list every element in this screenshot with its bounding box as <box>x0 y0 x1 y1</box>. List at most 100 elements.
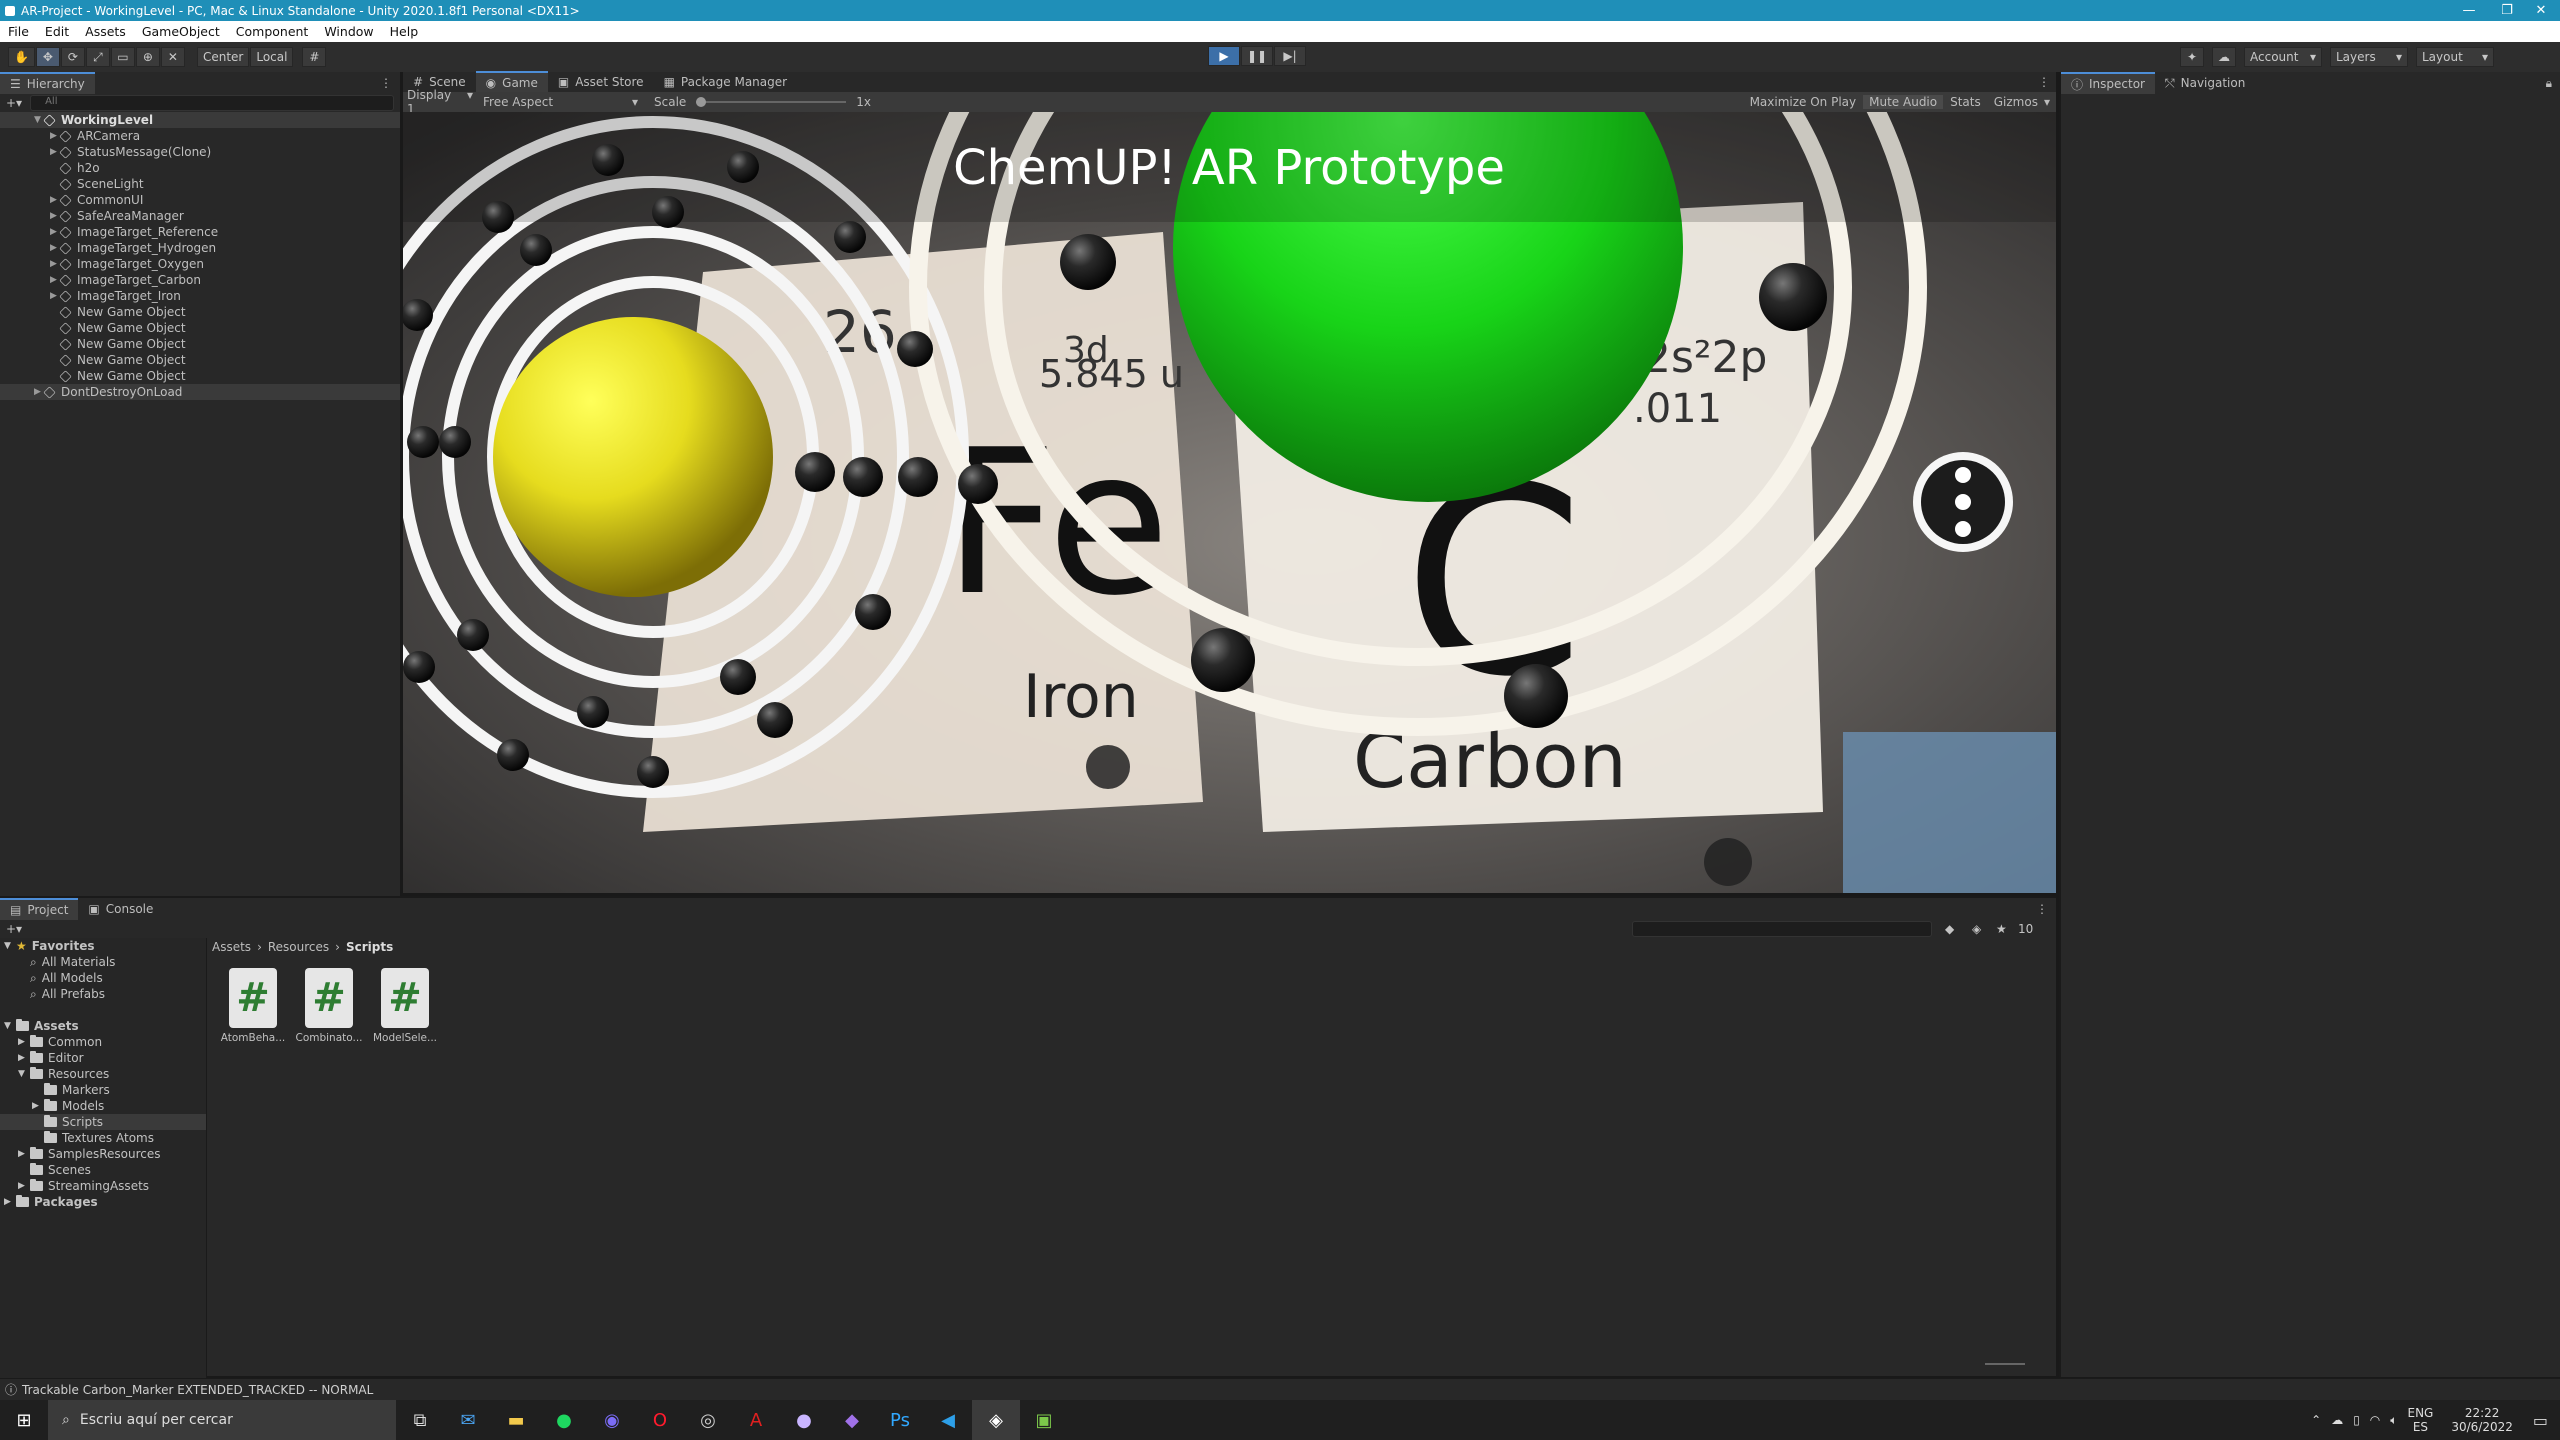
vscode-icon[interactable]: ◀ <box>924 1400 972 1440</box>
menu-help[interactable]: Help <box>382 24 427 39</box>
grid-snap-icon[interactable]: # <box>302 47 327 67</box>
mail-icon[interactable]: ✉ <box>444 1400 492 1440</box>
hidden-packages-count[interactable]: 10 <box>2018 922 2033 936</box>
chevron-up-icon[interactable]: ⌃ <box>2311 1413 2321 1427</box>
gizmos-dropdown[interactable]: Gizmos ▾ <box>1988 95 2056 109</box>
step-button[interactable]: ▶| <box>1274 46 1306 66</box>
tab-console[interactable]: ▣ Console <box>78 898 163 920</box>
github-icon[interactable]: ● <box>780 1400 828 1440</box>
account-dropdown[interactable]: Account ▾ <box>2244 47 2322 67</box>
notification-icon[interactable]: ▭ <box>2533 1411 2548 1430</box>
fav-item[interactable]: ⌕ All Materials <box>0 954 206 970</box>
fav-item[interactable]: ⌕ All Prefabs <box>0 986 206 1002</box>
pivot-local-button[interactable]: Local <box>250 47 294 67</box>
options-button[interactable] <box>1913 452 2013 552</box>
menu-assets[interactable]: Assets <box>77 24 134 39</box>
stats-toggle[interactable]: Stats <box>1944 95 1987 109</box>
hierarchy-item[interactable]: ▶ ARCamera <box>0 128 400 144</box>
status-bar[interactable]: ⓘ Trackable Carbon_Marker EXTENDED_TRACK… <box>0 1378 2560 1400</box>
folder-row[interactable]: ▶ SamplesResources <box>0 1146 206 1162</box>
hierarchy-item[interactable]: ▶ ImageTarget_Oxygen <box>0 256 400 272</box>
folder-row[interactable]: Textures Atoms <box>0 1130 206 1146</box>
script-asset[interactable]: # AtomBeha... <box>218 968 288 1044</box>
script-asset[interactable]: # ModelSele... <box>370 968 440 1044</box>
hierarchy-item[interactable]: ▶ ImageTarget_Carbon <box>0 272 400 288</box>
tab-asset-store[interactable]: ▣ Asset Store <box>548 71 654 93</box>
close-button[interactable]: ✕ <box>2522 0 2560 21</box>
favorites-row[interactable]: ▼ ★ Favorites <box>0 938 206 954</box>
add-icon[interactable]: +▾ <box>6 922 22 936</box>
menu-file[interactable]: File <box>0 24 37 39</box>
hierarchy-item[interactable]: ▶ StatusMessage(Clone) <box>0 144 400 160</box>
fav-item[interactable]: ⌕ All Models <box>0 970 206 986</box>
tab-inspector[interactable]: ⓘ Inspector <box>2061 72 2155 94</box>
menu-component[interactable]: Component <box>228 24 317 39</box>
menu-window[interactable]: Window <box>316 24 381 39</box>
obs-icon[interactable]: ◎ <box>684 1400 732 1440</box>
filter-type-icon[interactable]: ◆ <box>1945 922 1954 936</box>
hierarchy-item[interactable]: ▶ SafeAreaManager <box>0 208 400 224</box>
play-button[interactable]: ▶ <box>1208 46 1240 66</box>
breadcrumb-item[interactable]: Scripts <box>346 940 393 954</box>
hierarchy-item[interactable]: ▶ ImageTarget_Iron <box>0 288 400 304</box>
filter-label-icon[interactable]: ◈ <box>1972 922 1981 936</box>
tab-project[interactable]: ▤ Project <box>0 898 79 920</box>
maximize-on-play-toggle[interactable]: Maximize On Play <box>1744 95 1863 109</box>
layout-dropdown[interactable]: Layout ▾ <box>2416 47 2494 67</box>
hierarchy-item[interactable]: New Game Object <box>0 320 400 336</box>
hierarchy-item[interactable]: New Game Object <box>0 352 400 368</box>
rect-tool-icon[interactable]: ▭ <box>110 47 135 67</box>
transform-tool-icon[interactable]: ⊕ <box>135 47 160 67</box>
scene-row[interactable]: ▼ WorkingLevel <box>0 112 400 128</box>
icon-size-slider[interactable] <box>1985 1363 2025 1365</box>
tab-navigation[interactable]: ⤲ Navigation <box>2155 72 2255 94</box>
folder-row[interactable]: Markers <box>0 1082 206 1098</box>
clock[interactable]: 22:22 30/6/2022 <box>2451 1406 2513 1434</box>
slider-handle[interactable] <box>696 97 707 107</box>
assets-row[interactable]: ▼ Assets <box>0 1018 206 1034</box>
discord-icon[interactable]: ◉ <box>588 1400 636 1440</box>
hierarchy-item[interactable]: SceneLight <box>0 176 400 192</box>
add-icon[interactable]: +▾ <box>6 96 22 110</box>
scale-slider[interactable] <box>696 95 847 109</box>
hierarchy-item[interactable]: New Game Object <box>0 336 400 352</box>
folder-row[interactable]: Scenes <box>0 1162 206 1178</box>
tab-game[interactable]: ◉ Game <box>475 71 548 93</box>
pause-button[interactable]: ❚❚ <box>1241 46 1273 66</box>
taskbar-search[interactable]: ⌕ Escriu aquí per cercar <box>48 1400 396 1440</box>
layers-dropdown[interactable]: Layers ▾ <box>2330 47 2408 67</box>
hierarchy-item[interactable]: ▶ ImageTarget_Reference <box>0 224 400 240</box>
panel-menu-icon[interactable]: ⋮ <box>2038 75 2050 89</box>
panel-menu-icon[interactable]: ⋮ <box>2036 902 2048 916</box>
breadcrumb-item[interactable]: Assets <box>212 940 251 954</box>
panel-menu-icon[interactable]: ⋮ <box>380 76 392 90</box>
hierarchy-item[interactable]: New Game Object <box>0 304 400 320</box>
restore-button[interactable]: ❐ <box>2488 0 2526 21</box>
volume-icon[interactable]: 🔈︎ <box>2390 1413 2397 1428</box>
packages-row[interactable]: ▶ Packages <box>0 1194 206 1210</box>
network-icon[interactable]: ◠ <box>2370 1413 2380 1427</box>
battery-icon[interactable]: ▯ <box>2353 1413 2360 1427</box>
folder-row[interactable]: ▶ Models <box>0 1098 206 1114</box>
lock-icon[interactable]: 🔒︎ <box>2546 76 2552 91</box>
move-tool-icon[interactable]: ✥ <box>35 47 60 67</box>
menu-gameobject[interactable]: GameObject <box>134 24 228 39</box>
scale-tool-icon[interactable]: ⤢ <box>85 47 110 67</box>
tab-hierarchy[interactable]: ☰ Hierarchy <box>0 72 95 94</box>
language-indicator[interactable]: ENG ES <box>2407 1406 2433 1434</box>
minimize-button[interactable]: — <box>2450 0 2488 21</box>
android-icon[interactable]: ▣ <box>1020 1400 1068 1440</box>
favorite-star-icon[interactable]: ★ <box>1996 922 2007 936</box>
hand-tool-icon[interactable]: ✋ <box>8 47 35 67</box>
folder-row[interactable]: ▶ Common <box>0 1034 206 1050</box>
visual-studio-icon[interactable]: ◆ <box>828 1400 876 1440</box>
folder-row[interactable]: ▶ Editor <box>0 1050 206 1066</box>
opera-icon[interactable]: O <box>636 1400 684 1440</box>
menu-edit[interactable]: Edit <box>37 24 77 39</box>
rotate-tool-icon[interactable]: ⟳ <box>60 47 85 67</box>
folder-row-selected[interactable]: Scripts <box>0 1114 206 1130</box>
folder-row[interactable]: ▶ StreamingAssets <box>0 1178 206 1194</box>
cloud-icon[interactable]: ☁ <box>2212 47 2236 67</box>
folder-row[interactable]: ▼ Resources <box>0 1066 206 1082</box>
cloud-icon[interactable]: ☁ <box>2331 1413 2343 1427</box>
